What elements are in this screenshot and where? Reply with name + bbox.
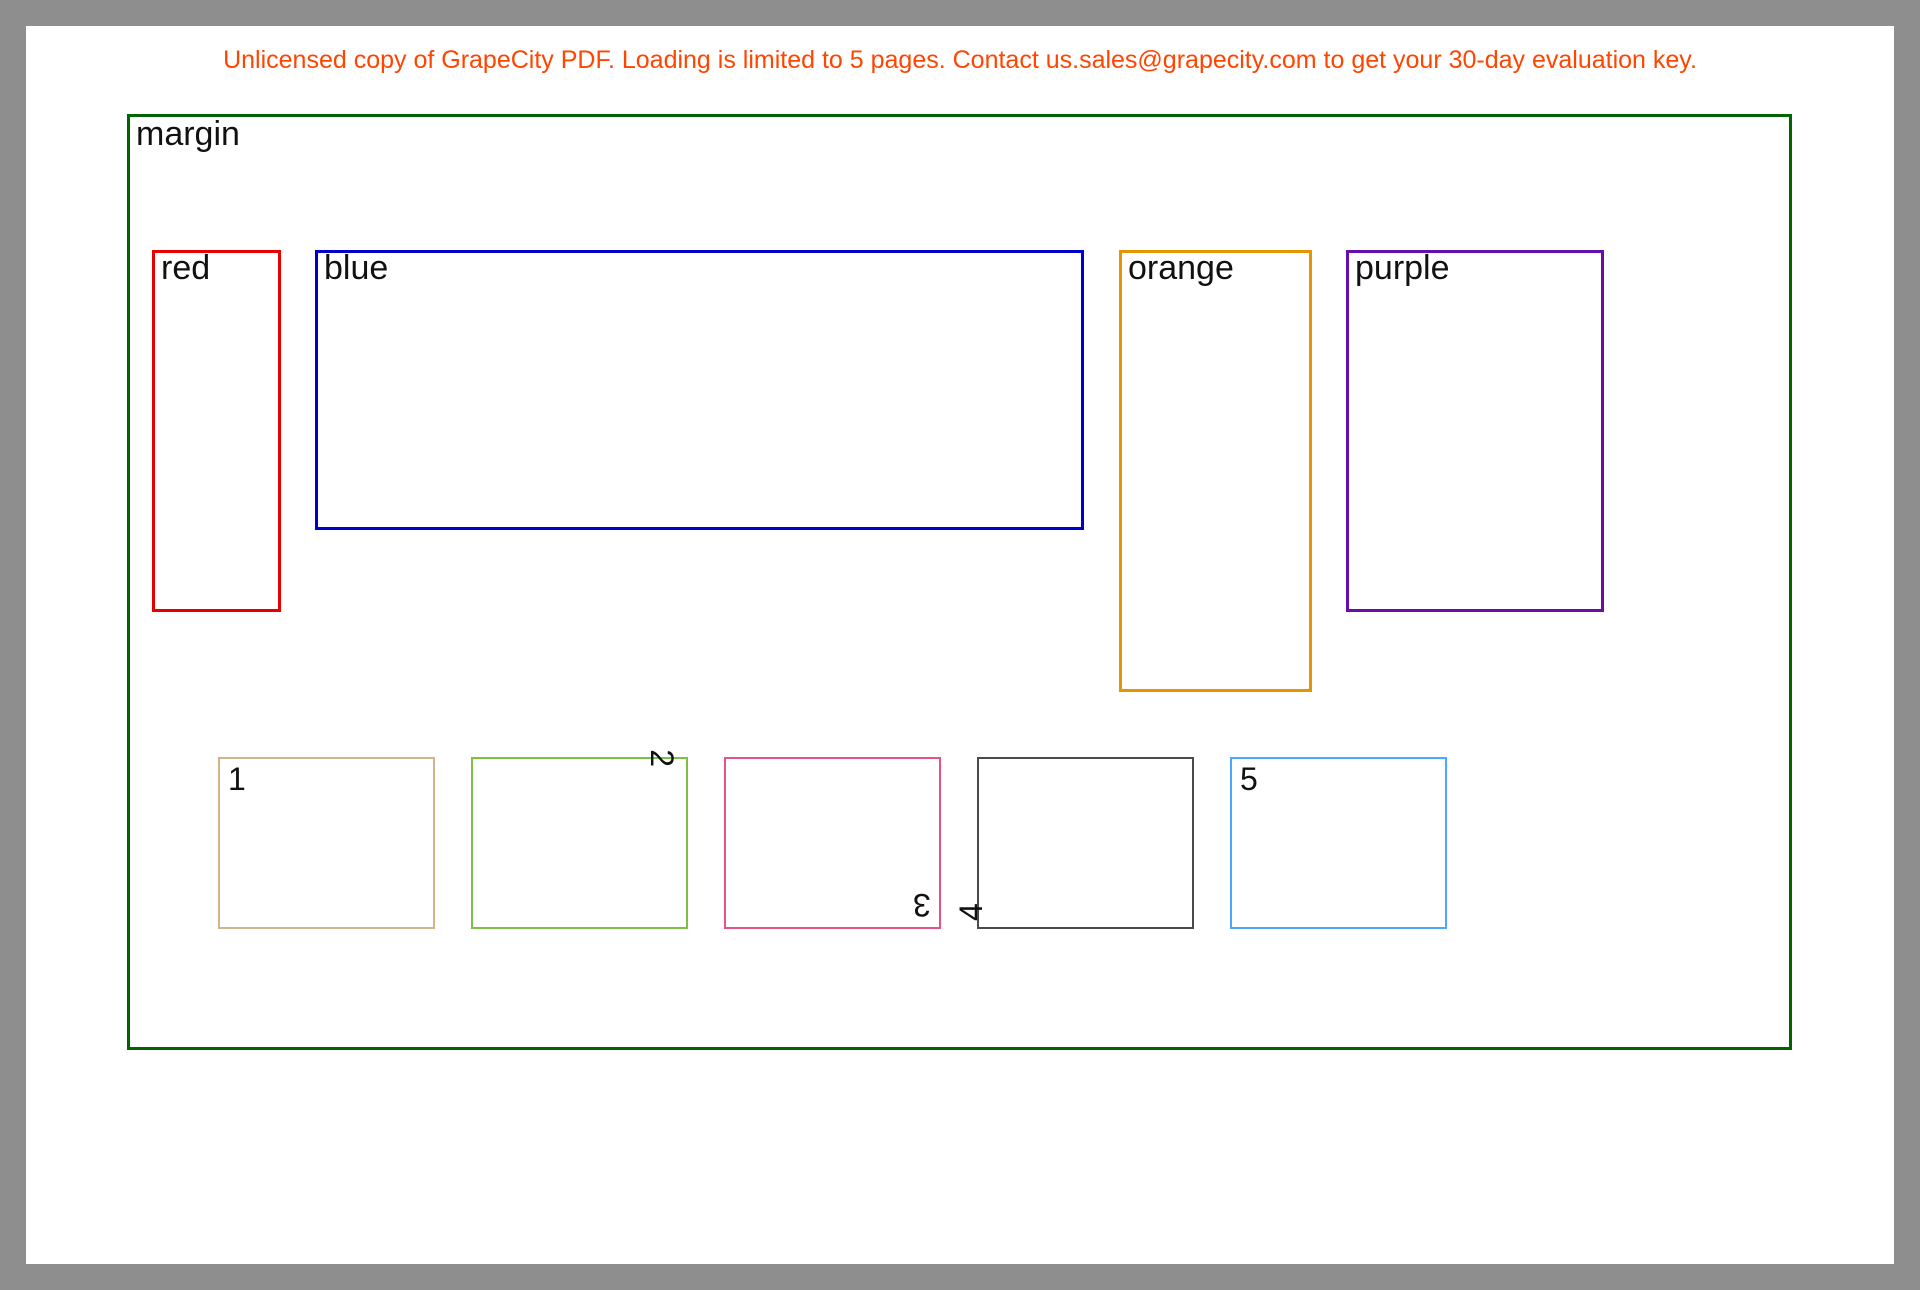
box-orange-label: orange	[1128, 249, 1234, 288]
small-box-2: 2	[471, 757, 688, 929]
box-orange: orange	[1119, 250, 1312, 692]
box-purple: purple	[1346, 250, 1604, 612]
small-box-3: 3	[724, 757, 941, 929]
small-box-2-label: 2	[646, 749, 678, 767]
small-box-4: 4	[977, 757, 1194, 929]
margin-label: margin	[136, 115, 240, 154]
page: Unlicensed copy of GrapeCity PDF. Loadin…	[26, 26, 1894, 1264]
small-box-5: 5	[1230, 757, 1447, 929]
small-box-5-label: 5	[1240, 763, 1258, 795]
box-red-label: red	[161, 249, 210, 288]
small-box-4-label: 4	[955, 903, 987, 921]
outer-frame: Unlicensed copy of GrapeCity PDF. Loadin…	[0, 0, 1920, 1290]
box-red: red	[152, 250, 281, 612]
license-warning: Unlicensed copy of GrapeCity PDF. Loadin…	[26, 46, 1894, 75]
box-purple-label: purple	[1355, 249, 1450, 288]
box-blue: blue	[315, 250, 1084, 530]
small-box-3-label: 3	[913, 889, 931, 921]
box-blue-label: blue	[324, 249, 388, 288]
small-box-1-label: 1	[228, 763, 246, 795]
small-box-1: 1	[218, 757, 435, 929]
